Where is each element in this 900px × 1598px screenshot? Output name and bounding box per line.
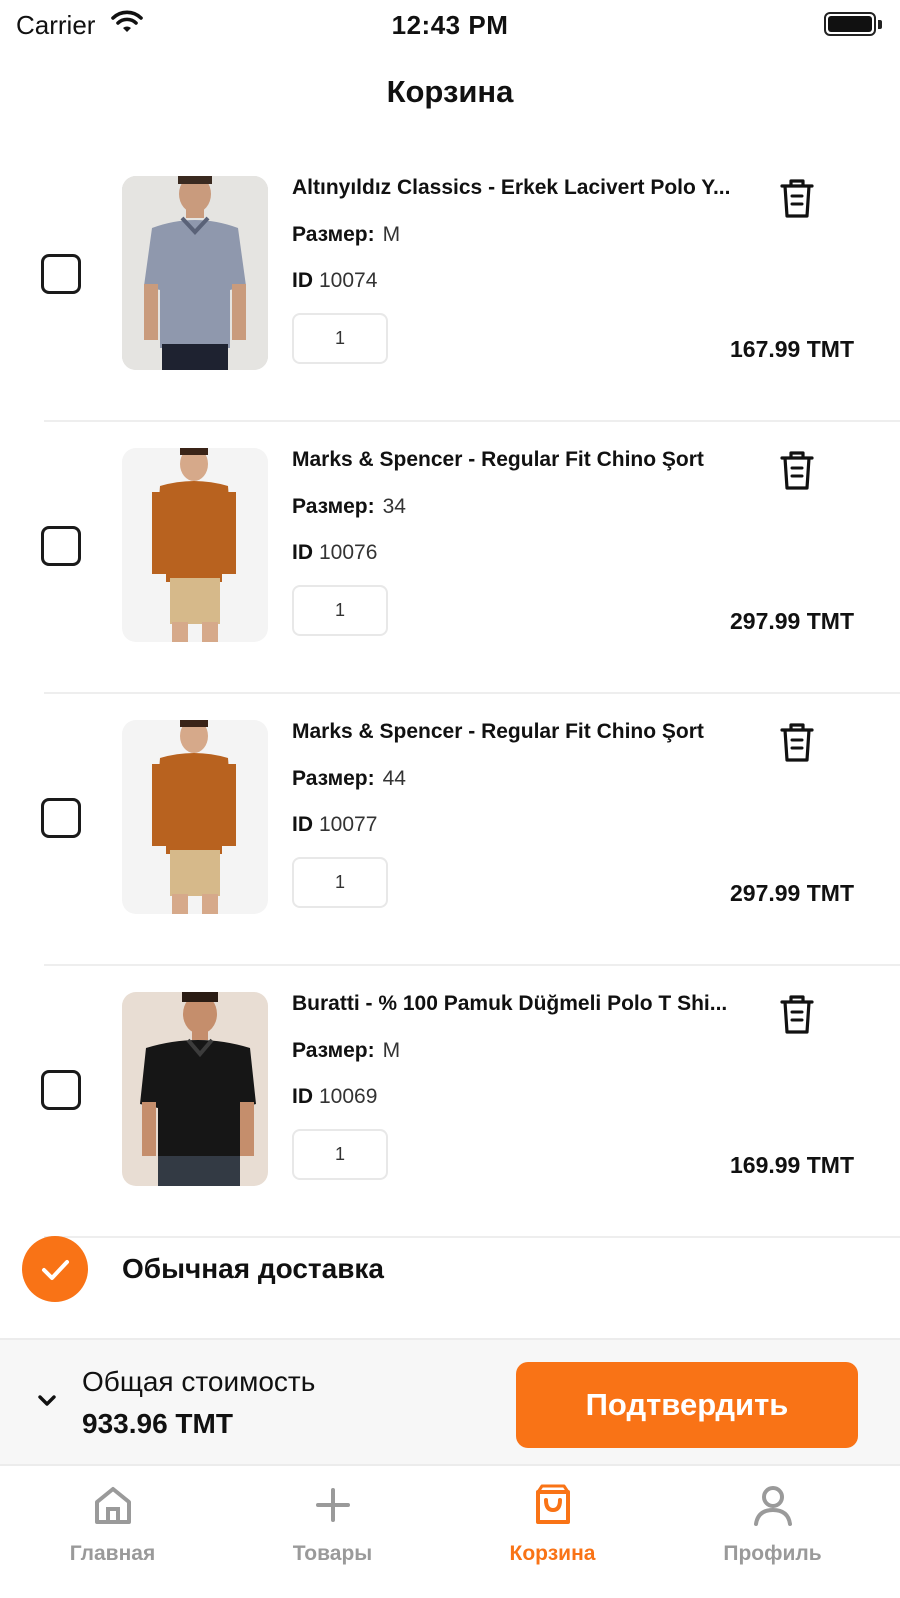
plus-icon (316, 1488, 350, 1522)
confirm-button[interactable]: Подтвердить (516, 1362, 858, 1448)
size-value: M (382, 1039, 401, 1062)
status-bar: Carrier 12:43 PM (0, 0, 900, 48)
check-circle-icon[interactable] (22, 1236, 88, 1302)
product-name[interactable]: Buratti - % 100 Pamuk Düğmeli Polo T Shi… (292, 992, 742, 1016)
item-select-checkbox[interactable] (41, 526, 81, 566)
id-label: ID (292, 269, 313, 292)
cart-item: Buratti - % 100 Pamuk Düğmeli Polo T Shi… (0, 966, 900, 1238)
home-icon (95, 1487, 131, 1524)
total-label: Общая стоимость (82, 1366, 316, 1397)
item-price: 297.99 TMT (730, 608, 854, 634)
id-value: 10074 (319, 269, 378, 292)
tab-cart[interactable]: Корзина (440, 1470, 665, 1598)
order-summary: Общая стоимость 933.96 TMT Подтвердить (0, 1338, 900, 1466)
product-size: Размер: 44 (292, 767, 406, 791)
user-icon (754, 1486, 792, 1526)
trash-icon[interactable] (778, 992, 816, 1036)
cart-item: Altınyıldız Classics - Erkek Lacivert Po… (0, 150, 900, 422)
size-value: 34 (382, 495, 406, 518)
product-image[interactable] (122, 992, 268, 1186)
tab-label: Профиль (723, 1542, 822, 1565)
size-value: 44 (382, 767, 406, 790)
product-image[interactable] (122, 720, 268, 914)
trash-icon[interactable] (778, 176, 816, 220)
id-label: ID (292, 1085, 313, 1108)
product-size: Размер: 34 (292, 495, 406, 519)
product-name[interactable]: Marks & Spencer - Regular Fit Chino Şort (292, 720, 742, 744)
size-label: Размер: (292, 495, 375, 518)
trash-icon[interactable] (778, 720, 816, 764)
cart-item: Marks & Spencer - Regular Fit Chino Şort… (0, 422, 900, 694)
product-image[interactable] (122, 176, 268, 370)
item-select-checkbox[interactable] (41, 798, 81, 838)
shopping-bag-icon (536, 1484, 570, 1524)
cart-list: Altınyıldız Classics - Erkek Lacivert Po… (0, 150, 900, 1238)
product-name[interactable]: Altınyıldız Classics - Erkek Lacivert Po… (292, 176, 742, 200)
size-value: M (382, 223, 401, 246)
id-label: ID (292, 813, 313, 836)
id-value: 10077 (319, 813, 378, 836)
tab-label: Товары (292, 1542, 373, 1565)
delivery-option[interactable]: Обычная доставка (0, 1236, 900, 1302)
total-value: 933.96 TMT (82, 1408, 233, 1439)
size-label: Размер: (292, 223, 375, 246)
cart-item: Marks & Spencer - Regular Fit Chino Şort… (0, 694, 900, 966)
trash-icon[interactable] (778, 448, 816, 492)
clock: 12:43 PM (391, 10, 509, 40)
quantity-field[interactable]: 1 (292, 857, 388, 908)
chevron-down-icon[interactable] (34, 1390, 60, 1410)
id-value: 10069 (319, 1085, 378, 1108)
product-id: ID 10074 (292, 269, 377, 293)
tab-home[interactable]: Главная (0, 1470, 225, 1598)
tab-bar: Главная Товары Корзина Профиль (0, 1470, 900, 1598)
delivery-label: Обычная доставка (122, 1253, 385, 1284)
tab-label: Корзина (509, 1542, 596, 1565)
tab-products[interactable]: Товары (220, 1470, 445, 1598)
id-label: ID (292, 541, 313, 564)
quantity-field[interactable]: 1 (292, 313, 388, 364)
size-label: Размер: (292, 1039, 375, 1062)
product-name[interactable]: Marks & Spencer - Regular Fit Chino Şort (292, 448, 742, 472)
product-id: ID 10076 (292, 541, 377, 565)
item-price: 297.99 TMT (730, 880, 854, 906)
id-value: 10076 (319, 541, 378, 564)
battery-icon (824, 12, 876, 36)
tab-profile[interactable]: Профиль (660, 1470, 885, 1598)
item-price: 169.99 TMT (730, 1152, 854, 1178)
product-image[interactable] (122, 448, 268, 642)
item-price: 167.99 TMT (730, 336, 854, 362)
quantity-field[interactable]: 1 (292, 585, 388, 636)
quantity-field[interactable]: 1 (292, 1129, 388, 1180)
product-size: Размер: M (292, 1039, 400, 1063)
page-title: Корзина (386, 74, 514, 109)
item-select-checkbox[interactable] (41, 1070, 81, 1110)
product-id: ID 10077 (292, 813, 377, 837)
item-select-checkbox[interactable] (41, 254, 81, 294)
product-id: ID 10069 (292, 1085, 377, 1109)
tab-label: Главная (69, 1542, 156, 1565)
product-size: Размер: M (292, 223, 400, 247)
size-label: Размер: (292, 767, 375, 790)
